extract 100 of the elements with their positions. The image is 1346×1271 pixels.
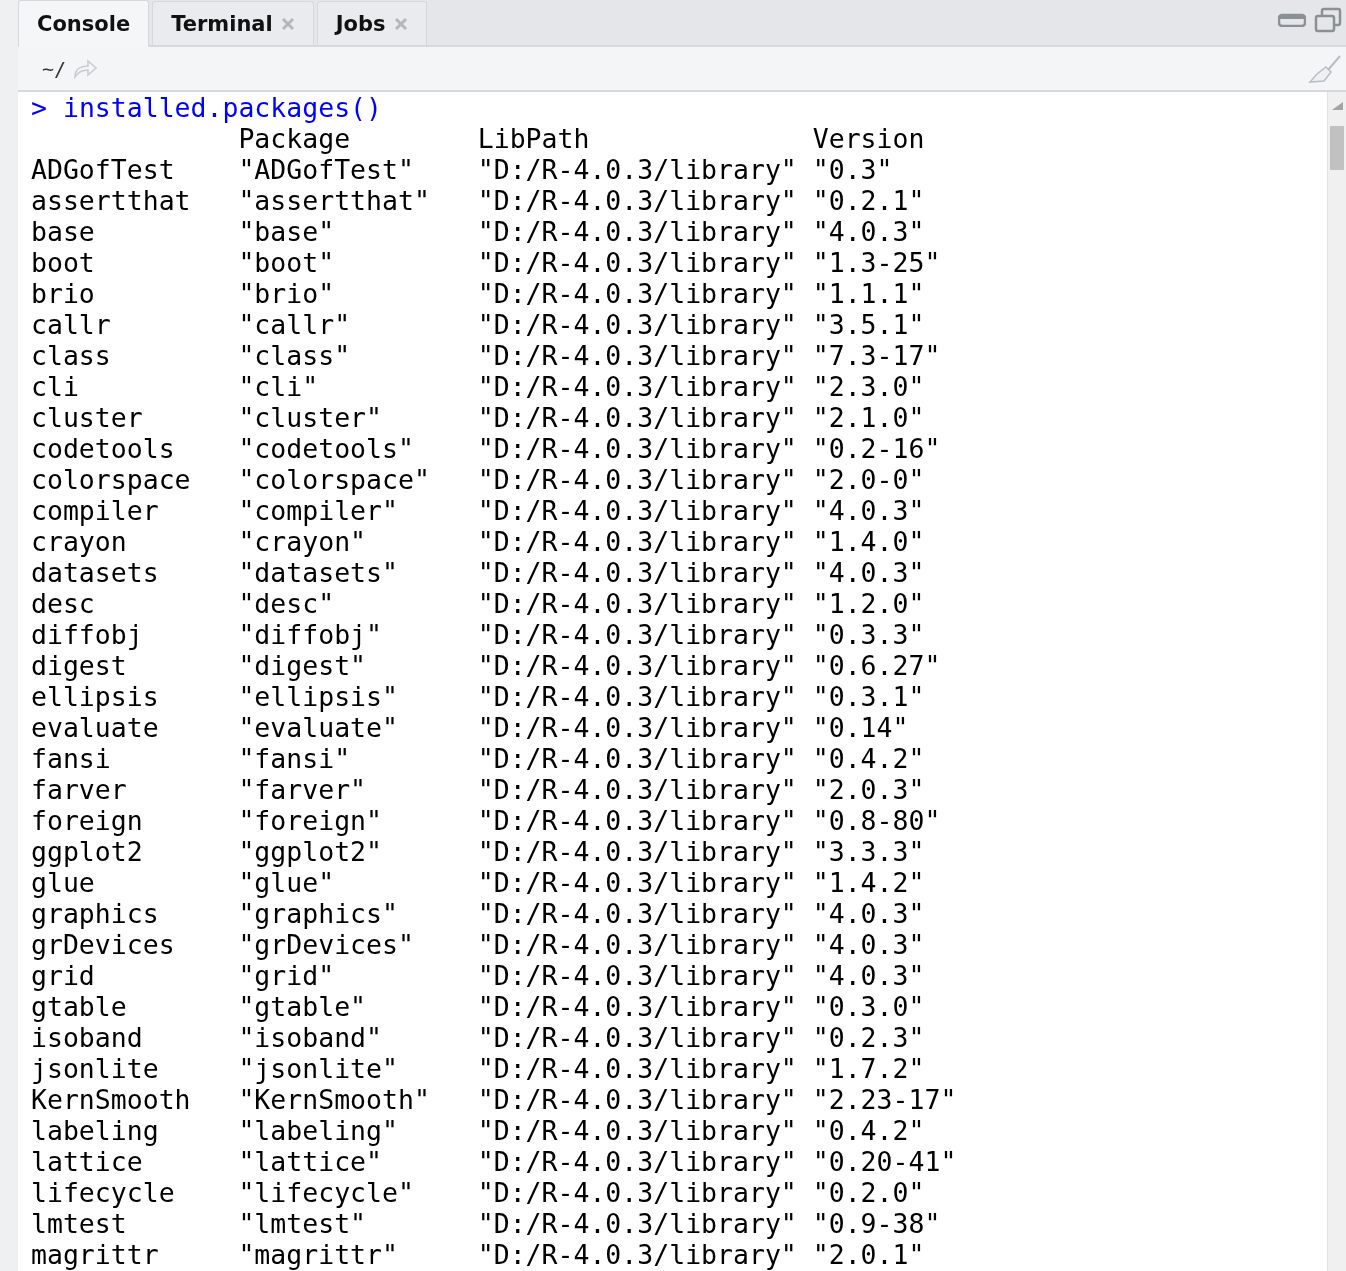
scrollbar[interactable] [1327, 92, 1346, 1271]
table-cell-text: "brio" [238, 278, 336, 309]
table-cell-text: "lifecycle" [238, 1177, 415, 1208]
table-cell-text: "D:/R-4.0.3/library" [477, 991, 798, 1022]
table-cell: "0.3" [812, 154, 893, 185]
row-name: lattice [31, 1146, 144, 1177]
table-cell-text: "cluster" [238, 402, 383, 433]
command-text: installed.packages() [62, 92, 382, 123]
table-cell: "3.3.3" [812, 836, 925, 867]
table-cell-text: "D:/R-4.0.3/library" [477, 650, 798, 681]
table-cell-text: "cli" [238, 371, 320, 402]
broom-icon[interactable] [1308, 53, 1342, 84]
table-cell-text: "desc" [238, 588, 336, 619]
table-cell-text: "glue" [238, 867, 336, 898]
table-cell-text: "codetools" [238, 433, 415, 464]
table-cell-text: "D:/R-4.0.3/library" [477, 960, 798, 991]
table-cell-text: "D:/R-4.0.3/library" [477, 1146, 798, 1177]
table-cell: "1.3-25" [812, 247, 941, 278]
table-cell: "0.6.27" [812, 650, 941, 681]
table-cell-text: "diffobj" [238, 619, 383, 650]
row-name: crayon [31, 526, 128, 557]
table-cell: "0.4.2" [812, 743, 925, 774]
table-cell-text: "class" [238, 340, 352, 371]
table-cell-text: "D:/R-4.0.3/library" [477, 216, 798, 247]
row-name: diffobj [31, 619, 144, 650]
table-cell-text: "D:/R-4.0.3/library" [477, 619, 798, 650]
table-cell: "1.4.2" [812, 867, 925, 898]
table-cell-text: "foreign" [238, 805, 383, 836]
minimize-icon[interactable] [1278, 12, 1306, 27]
table-cell: "4.0.3" [812, 495, 925, 526]
row-name: magrittr [31, 1239, 160, 1270]
forward-arrow-icon[interactable] [72, 58, 99, 79]
tab[interactable]: Console [18, 0, 150, 47]
row-name: ggplot2 [31, 836, 144, 867]
table-cell-text: "isoband" [238, 1022, 383, 1053]
row-name: assertthat [31, 185, 192, 216]
table-cell: "0.2.1" [812, 185, 925, 216]
row-name: grDevices [31, 929, 176, 960]
row-name: base [31, 216, 96, 247]
table-cell-text: "boot" [238, 247, 336, 278]
row-name: codetools [31, 433, 176, 464]
table-cell-text: "callr" [238, 309, 352, 340]
table-cell-text: "evaluate" [238, 712, 399, 743]
table-cell: "3.5.1" [812, 309, 925, 340]
table-cell-text: "D:/R-4.0.3/library" [477, 867, 798, 898]
table-cell: "4.0.3" [812, 216, 925, 247]
table-cell-text: "D:/R-4.0.3/library" [477, 774, 798, 805]
table-cell: "4.0.3" [812, 960, 925, 991]
table-cell: "1.7.2" [812, 1053, 925, 1084]
row-name: fansi [31, 743, 112, 774]
table-cell-text: "KernSmooth" [238, 1084, 431, 1115]
table-cell: "1.2.0" [812, 588, 925, 619]
row-name: grid [31, 960, 96, 991]
prompt: > [31, 92, 47, 123]
table-cell-text: "D:/R-4.0.3/library" [477, 836, 798, 867]
row-name: glue [31, 867, 96, 898]
table-cell-text: "lmtest" [238, 1208, 368, 1239]
table-cell: "0.2.0" [812, 1177, 925, 1208]
row-name: cli [31, 371, 80, 402]
table-cell-text: "D:/R-4.0.3/library" [477, 805, 798, 836]
row-name: labeling [31, 1115, 160, 1146]
table-cell-text: "ggplot2" [238, 836, 383, 867]
table-cell-text: "base" [238, 216, 336, 247]
table-cell-text: "labeling" [238, 1115, 399, 1146]
tab[interactable]: Jobs [316, 1, 427, 45]
table-cell-text: "D:/R-4.0.3/library" [477, 743, 798, 774]
row-name: lmtest [31, 1208, 128, 1239]
row-name: datasets [31, 557, 160, 588]
close-icon[interactable] [280, 16, 295, 31]
row-name: cluster [31, 402, 144, 433]
table-cell-text: "jsonlite" [238, 1053, 399, 1084]
table-cell-text: "colorspace" [238, 464, 431, 495]
row-name: isoband [31, 1022, 144, 1053]
table-cell-text: "D:/R-4.0.3/library" [477, 588, 798, 619]
table-cell: "0.9-38" [812, 1208, 941, 1239]
column-header: Version [812, 123, 925, 154]
table-cell-text: "D:/R-4.0.3/library" [477, 1177, 798, 1208]
close-icon[interactable] [393, 16, 408, 31]
table-cell-text: "D:/R-4.0.3/library" [477, 526, 798, 557]
table-cell-text: "D:/R-4.0.3/library" [477, 433, 798, 464]
scrollbar-thumb[interactable] [1330, 126, 1344, 170]
row-name: digest [31, 650, 128, 681]
table-cell-text: "D:/R-4.0.3/library" [477, 1208, 798, 1239]
table-cell-text: "crayon" [238, 526, 368, 557]
row-name: evaluate [31, 712, 160, 743]
table-cell: "4.0.3" [812, 898, 925, 929]
table-cell-text: "D:/R-4.0.3/library" [477, 464, 798, 495]
maximize-icon[interactable] [1314, 6, 1342, 33]
table-cell-text: "D:/R-4.0.3/library" [477, 898, 798, 929]
table-cell-text: "D:/R-4.0.3/library" [477, 929, 798, 960]
table-cell-text: "D:/R-4.0.3/library" [477, 557, 798, 588]
table-cell-text: "D:/R-4.0.3/library" [477, 1022, 798, 1053]
table-cell-text: "compiler" [238, 495, 399, 526]
scroll-up-icon[interactable] [1332, 102, 1343, 110]
table-cell: "0.2.3" [812, 1022, 925, 1053]
table-cell-text: "D:/R-4.0.3/library" [477, 278, 798, 309]
tab[interactable]: Terminal [152, 1, 314, 45]
row-name: boot [31, 247, 96, 278]
row-name: compiler [31, 495, 160, 526]
table-cell-text: "D:/R-4.0.3/library" [477, 309, 798, 340]
